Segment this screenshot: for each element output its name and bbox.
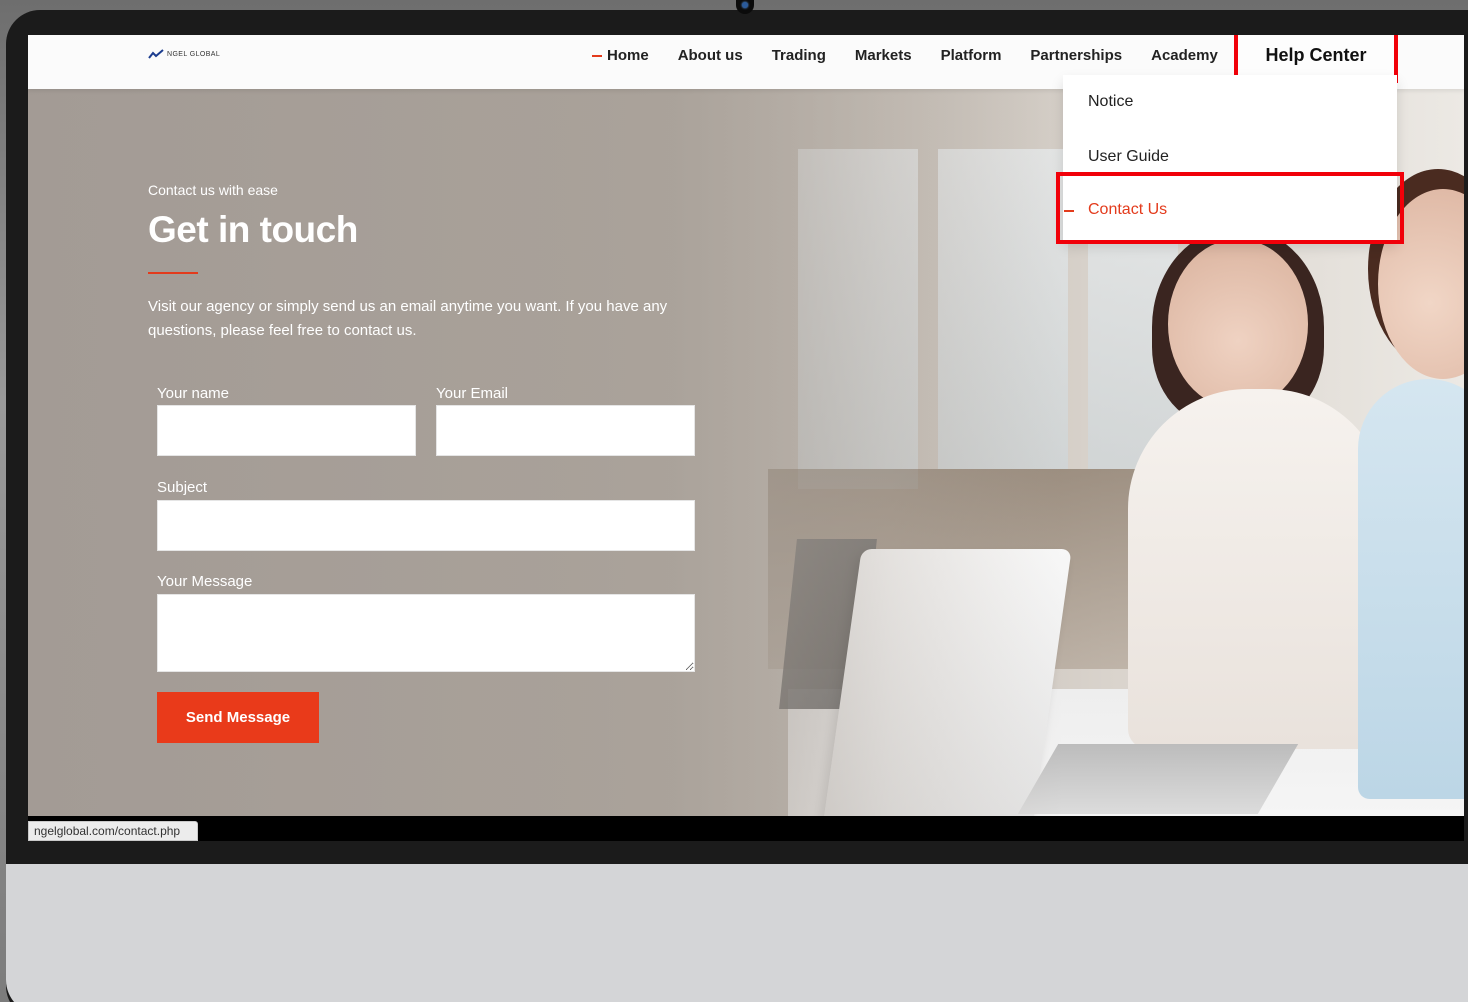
subject-label: Subject [157, 479, 208, 496]
browser-viewport: NGEL GLOBAL Home About us Trading Market… [28, 35, 1464, 841]
title-underline [148, 272, 198, 274]
page-title: Get in touch [148, 209, 358, 250]
nav-item-trading[interactable]: Trading [772, 47, 826, 64]
site-logo[interactable]: NGEL GLOBAL [148, 48, 220, 60]
monitor-chin [6, 864, 1468, 1002]
photo-stage: NGEL GLOBAL Home About us Trading Market… [0, 0, 1468, 1002]
message-label: Your Message [157, 573, 253, 590]
name-label: Your name [157, 385, 229, 402]
dropdown-item-notice[interactable]: Notice [1088, 93, 1133, 111]
main-nav: Home About us Trading Markets Platform P… [592, 35, 1247, 75]
browser-status-bar: ngelglobal.com/contact.php [28, 821, 198, 841]
dropdown-item-user-guide[interactable]: User Guide [1088, 148, 1169, 166]
send-message-button[interactable]: Send Message [157, 692, 319, 743]
nav-item-markets[interactable]: Markets [855, 47, 912, 64]
intro-text: Visit our agency or simply send us an em… [148, 298, 668, 339]
logo-mark-icon [148, 49, 164, 59]
nav-item-home[interactable]: Home [592, 47, 649, 64]
nav-item-about-us[interactable]: About us [678, 47, 743, 64]
active-indicator [1064, 210, 1074, 212]
screen-bottom-edge [28, 816, 1464, 841]
dropdown-item-contact-us[interactable]: Contact Us [1088, 201, 1167, 219]
nav-item-partnerships[interactable]: Partnerships [1030, 47, 1122, 64]
eyebrow-text: Contact us with ease [148, 182, 278, 198]
name-input[interactable] [157, 405, 416, 456]
nav-item-academy[interactable]: Academy [1151, 47, 1218, 64]
email-label: Your Email [436, 385, 508, 402]
logo-text: NGEL GLOBAL [167, 50, 221, 58]
message-textarea[interactable] [157, 594, 695, 672]
email-input[interactable] [436, 405, 695, 456]
nav-item-platform[interactable]: Platform [941, 47, 1002, 64]
subject-input[interactable] [157, 500, 695, 551]
